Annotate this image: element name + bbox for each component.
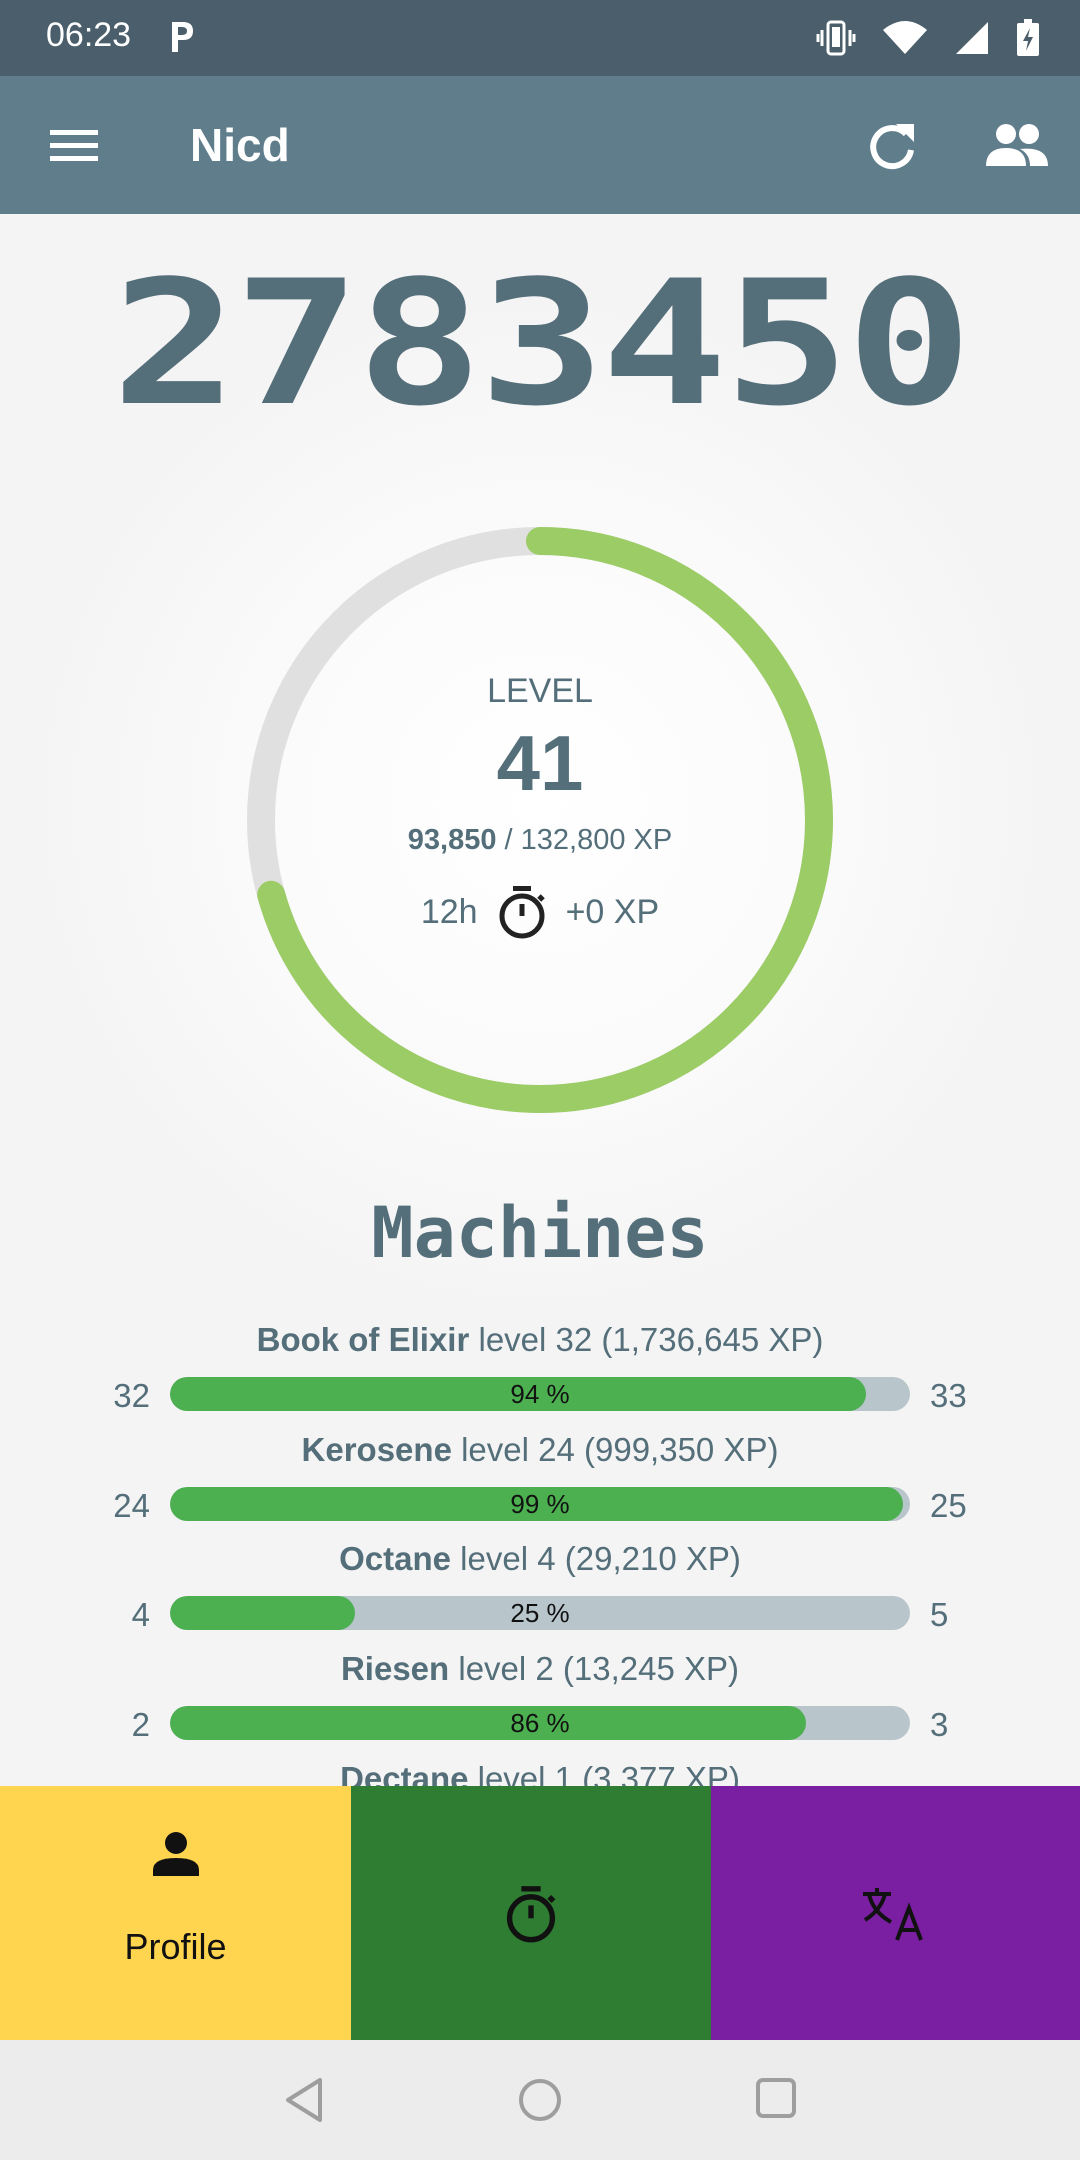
status-bar: 06:23: [0, 0, 1080, 76]
machine-label: Dectane level 1 (3,377 XP): [0, 1760, 1080, 1786]
machine-level-from: 2: [131, 1706, 150, 1743]
timer-line: 12h +0 XP: [0, 884, 1080, 940]
nav-timer[interactable]: [351, 1786, 711, 2040]
status-icons: [816, 16, 1040, 60]
nav-profile[interactable]: Profile: [0, 1786, 351, 2040]
nav-translate[interactable]: [711, 1786, 1080, 2040]
status-time: 06:23: [46, 16, 132, 54]
xp-progress-text: 93,850 / 132,800 XP: [0, 824, 1080, 857]
machine-detail: level 24 (999,350 XP): [451, 1431, 779, 1468]
app-title: Nicd: [190, 119, 290, 171]
vibrate-icon: [816, 20, 856, 56]
machine-name: Book of Elixir: [256, 1321, 470, 1358]
timer-xp: +0 XP: [565, 892, 660, 931]
machine-level-from: 4: [131, 1596, 150, 1633]
system-nav-bar: [0, 2040, 1080, 2160]
machine-name: Kerosene: [301, 1431, 452, 1468]
refresh-icon[interactable]: [862, 116, 922, 176]
machine-progress-label: 99 %: [510, 1489, 570, 1519]
wifi-icon: [883, 21, 927, 54]
machine-detail: level 4 (29,210 XP): [451, 1540, 741, 1577]
machine-detail: level 32 (1,736,645 XP): [469, 1321, 824, 1358]
machine-level-to: 3: [930, 1706, 949, 1743]
main-content[interactable]: 2783450 LEVEL 41 93,850 / 132,800 XP 12h…: [0, 214, 1080, 1786]
back-icon[interactable]: [282, 2076, 326, 2124]
app-bar: Nicd: [0, 76, 1080, 214]
translate-icon: [863, 1888, 923, 1941]
machine-level-to: 33: [930, 1377, 967, 1414]
machine-label: Kerosene level 24 (999,350 XP): [0, 1431, 1080, 1469]
machine-level-to: 25: [930, 1487, 967, 1524]
machine-label: Octane level 4 (29,210 XP): [0, 1540, 1080, 1578]
machine-detail: level 2 (13,245 XP): [449, 1650, 740, 1687]
machine-name: Riesen: [340, 1650, 450, 1687]
timer-hours: 12h: [420, 892, 478, 931]
machine-label: Book of Elixir level 32 (1,736,645 XP): [0, 1321, 1080, 1359]
machine-progress-label: 86 %: [510, 1708, 570, 1738]
machine-detail: level 1 (3,377 XP): [468, 1760, 740, 1786]
machine-name: Octane: [339, 1540, 452, 1577]
person-icon: [153, 1832, 199, 1876]
parking-icon: [172, 22, 193, 52]
machine-progress-label: 25 %: [510, 1598, 570, 1628]
machine-progress-bar: 94 %: [170, 1377, 910, 1411]
xp-current: 93,850: [407, 824, 497, 856]
level-value: 41: [496, 719, 584, 807]
machine-level-from: 24: [113, 1487, 150, 1524]
nav-profile-label: Profile: [124, 1926, 227, 1967]
machine-name: Dectane: [340, 1760, 469, 1786]
total-score: 2783450: [111, 243, 972, 445]
level-progress-ring: [247, 527, 833, 1113]
stopwatch-icon: [506, 1886, 556, 1943]
battery-charging-icon: [1017, 19, 1039, 56]
recents-icon[interactable]: [754, 2076, 798, 2120]
machine-progress-bar: 25 %: [170, 1596, 910, 1630]
xp-total: / 132,800 XP: [496, 824, 673, 856]
machine-label: Riesen level 2 (13,245 XP): [0, 1650, 1080, 1688]
stopwatch-icon: [499, 886, 545, 939]
people-icon[interactable]: [984, 118, 1050, 174]
menu-icon[interactable]: [44, 120, 104, 170]
home-icon[interactable]: [516, 2076, 564, 2124]
machine-level-to: 5: [930, 1596, 949, 1633]
signal-icon: [956, 22, 988, 54]
bottom-nav: Profile: [0, 1786, 1080, 2040]
machine-progress-label: 94 %: [510, 1379, 570, 1409]
machine-level-from: 32: [113, 1377, 150, 1414]
level-label: LEVEL: [487, 672, 593, 710]
machines-title: Machines: [371, 1192, 709, 1274]
machine-progress-bar: 86 %: [170, 1706, 910, 1740]
machine-progress-bar: 99 %: [170, 1487, 910, 1521]
